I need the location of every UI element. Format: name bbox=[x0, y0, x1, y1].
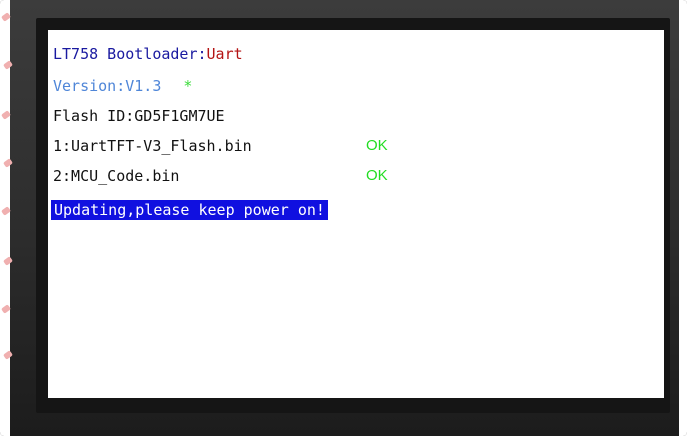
file-status: OK bbox=[366, 167, 388, 184]
update-banner: Updating,please keep power on! bbox=[51, 200, 328, 220]
file-row: 2:MCU_Code.bin OK bbox=[53, 167, 413, 185]
right-edge bbox=[679, 0, 687, 436]
version-text: Version:V1.3 bbox=[53, 77, 162, 95]
device-frame: LT758 Bootloader:Uart Version:V1.3 * Flas… bbox=[0, 0, 687, 436]
version-line: Version:V1.3 * bbox=[53, 77, 192, 95]
bootloader-title: LT758 Bootloader:Uart bbox=[53, 45, 243, 63]
watermark-marks bbox=[0, 0, 14, 436]
file-name: 1:UartTFT-V3_Flash.bin bbox=[53, 137, 252, 155]
file-name: 2:MCU_Code.bin bbox=[53, 167, 180, 185]
title-label: LT758 Bootloader: bbox=[53, 45, 207, 63]
file-row: 1:UartTFT-V3_Flash.bin OK bbox=[53, 137, 413, 155]
display-screen: LT758 Bootloader:Uart Version:V1.3 * Flas… bbox=[48, 30, 664, 398]
status-dot-icon: * bbox=[183, 77, 193, 95]
flash-id: Flash ID:GD5F1GM7UE bbox=[53, 107, 225, 125]
file-status: OK bbox=[366, 137, 388, 154]
title-mode: Uart bbox=[206, 45, 243, 63]
